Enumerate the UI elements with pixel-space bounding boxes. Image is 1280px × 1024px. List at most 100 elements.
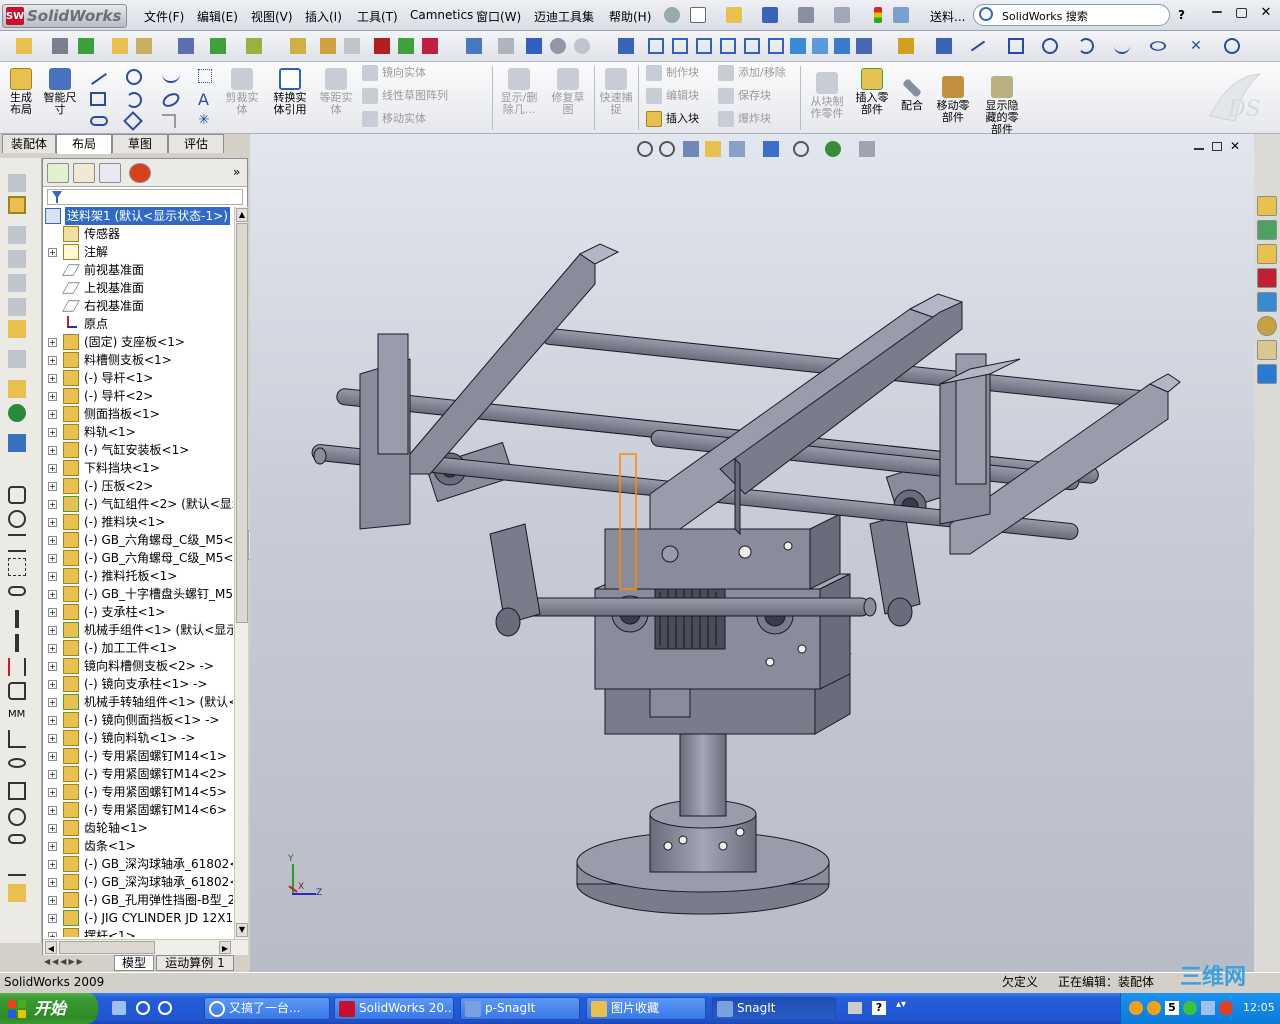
appearances-icon[interactable] xyxy=(1257,316,1277,336)
scroll-up-arrow[interactable]: ▲ xyxy=(236,208,248,222)
expand-toggle-icon[interactable]: + xyxy=(48,608,57,617)
view-orient-icon[interactable] xyxy=(136,38,152,54)
mate-pin-icon[interactable] xyxy=(15,634,19,652)
mate-width-icon[interactable] xyxy=(8,558,26,576)
mate-screw-icon[interactable] xyxy=(8,808,26,826)
help-button[interactable]: ? xyxy=(1178,8,1185,22)
arc-icon[interactable] xyxy=(1078,38,1094,54)
repair-sketch-button[interactable]: 修复草 图 xyxy=(546,68,590,116)
menu-view[interactable]: 视图(V) xyxy=(251,8,293,25)
expand-toggle-icon[interactable]: + xyxy=(48,626,57,635)
view-bottom-icon[interactable] xyxy=(768,38,784,54)
make-part-from-block-button[interactable]: 从块制 作零件 xyxy=(804,72,850,120)
mate-distance-icon[interactable] xyxy=(15,610,19,628)
mass-icon[interactable] xyxy=(498,38,514,54)
rebuild-traffic-light-icon[interactable] xyxy=(874,7,882,23)
quicklaunch-ie2-icon[interactable] xyxy=(158,1001,172,1015)
help-tray-icon[interactable]: ? xyxy=(872,1001,886,1015)
tree-filter[interactable] xyxy=(47,189,243,205)
assembly-icon[interactable] xyxy=(178,38,194,54)
slot-tool-icon[interactable] xyxy=(90,116,108,126)
line-tool-icon[interactable] xyxy=(91,73,107,85)
mate-coincident-icon[interactable] xyxy=(8,486,26,504)
expand-toggle-icon[interactable]: + xyxy=(48,536,57,545)
menu-insert[interactable]: 插入(I) xyxy=(305,8,342,25)
file-explorer-icon[interactable] xyxy=(1257,244,1277,264)
sketch-tool-icon[interactable] xyxy=(898,38,914,54)
expand-toggle-icon[interactable]: + xyxy=(48,842,57,851)
property-manager-tab-icon[interactable] xyxy=(73,163,95,183)
hscroll-thumb[interactable] xyxy=(59,941,155,954)
circle-icon[interactable] xyxy=(1042,38,1058,54)
save-icon[interactable] xyxy=(762,7,778,23)
expand-toggle-icon[interactable]: + xyxy=(48,482,57,491)
scroll-thumb[interactable] xyxy=(236,223,248,623)
expand-toggle-icon[interactable]: + xyxy=(48,824,57,833)
make-block-button[interactable]: 制作块 xyxy=(644,64,699,82)
smart-fasteners-icon[interactable] xyxy=(246,38,262,54)
menu-file[interactable]: 文件(F) xyxy=(144,8,184,25)
start-button[interactable]: 开始 xyxy=(0,993,98,1024)
add-tool-icon[interactable] xyxy=(422,38,438,54)
mate-hinge-icon[interactable] xyxy=(8,758,26,768)
scroll-left-arrow[interactable]: ◀ xyxy=(45,941,57,954)
linear-pattern-button[interactable]: 线性草图阵列 xyxy=(360,87,448,105)
quick-snaps-button[interactable]: 快速捕 捉 xyxy=(596,68,636,116)
add-remove-button[interactable]: 添加/移除 xyxy=(716,64,786,82)
dimetric-icon[interactable] xyxy=(834,38,850,54)
mate-slot-icon[interactable] xyxy=(8,586,26,596)
grid-tool-icon[interactable] xyxy=(198,69,212,83)
trimetric-icon[interactable] xyxy=(812,38,828,54)
green-tool-icon[interactable] xyxy=(398,38,414,54)
fastener-icon[interactable] xyxy=(8,380,26,398)
expand-toggle-icon[interactable]: + xyxy=(48,896,57,905)
expand-toggle-icon[interactable]: + xyxy=(48,356,57,365)
mirror-entities-button[interactable]: 镜向实体 xyxy=(360,64,426,82)
volume-icon[interactable] xyxy=(1201,1001,1215,1015)
mate-angle-icon[interactable] xyxy=(8,658,26,676)
move-entities-button[interactable]: 移动实体 xyxy=(360,110,426,128)
security-icon[interactable] xyxy=(1219,1001,1233,1015)
light-icon[interactable] xyxy=(290,38,306,54)
tab-motion-study[interactable]: 运动算例 1 xyxy=(156,955,234,971)
isometric-icon[interactable] xyxy=(790,38,806,54)
expand-panel-icon[interactable]: » xyxy=(233,165,240,179)
3d-content-central-icon[interactable] xyxy=(1257,364,1277,384)
new-document-icon[interactable] xyxy=(690,7,706,23)
menu-edit[interactable]: 编辑(E) xyxy=(197,8,238,25)
task-snagit[interactable]: SnagIt xyxy=(712,997,836,1020)
edit-block-button[interactable]: 编辑块 xyxy=(644,87,699,105)
task-browser[interactable]: 又搞了一台... xyxy=(204,997,330,1020)
insert-components-button[interactable]: 插入零 部件 xyxy=(852,68,892,116)
dimxpert-tab-icon[interactable] xyxy=(129,163,151,183)
solidworks-resources-icon[interactable] xyxy=(1257,196,1277,216)
expand-toggle-icon[interactable]: + xyxy=(48,392,57,401)
mate-parallel-icon[interactable] xyxy=(8,534,26,552)
expand-toggle-icon[interactable]: + xyxy=(48,806,57,815)
task-picture-collection[interactable]: 图片收藏 xyxy=(586,997,706,1020)
feature-icon[interactable] xyxy=(320,38,336,54)
convert-entities-button[interactable]: 转换实 体引用 xyxy=(268,68,312,116)
mate-lock-icon[interactable] xyxy=(8,858,26,876)
file-properties-icon[interactable] xyxy=(893,7,909,23)
assembly-tool-icon[interactable] xyxy=(8,320,26,338)
ellipse-tool-icon[interactable] xyxy=(160,90,182,110)
badge-icon[interactable]: 5 xyxy=(1165,1001,1179,1015)
search-box[interactable]: SolidWorks 搜索 xyxy=(973,4,1170,26)
expand-toggle-icon[interactable]: + xyxy=(48,554,57,563)
component-icon[interactable] xyxy=(112,38,128,54)
expand-toggle-icon[interactable]: + xyxy=(48,410,57,419)
tab-assembly[interactable]: 装配体 xyxy=(2,134,56,153)
polygon-tool-icon[interactable] xyxy=(123,111,143,131)
expand-toggle-icon[interactable]: + xyxy=(48,518,57,527)
expand-toggle-icon[interactable]: + xyxy=(48,590,57,599)
line-icon[interactable] xyxy=(970,40,986,52)
view-front-icon[interactable] xyxy=(648,38,664,54)
feature-tree-tab-icon[interactable] xyxy=(47,163,69,183)
tree-vertical-scrollbar[interactable]: ▲ ▼ xyxy=(234,207,248,939)
ruler-icon[interactable] xyxy=(8,434,26,452)
point-icon[interactable]: ✕ xyxy=(1188,38,1204,54)
scroll-right-arrow[interactable]: ▶ xyxy=(219,941,231,954)
task-p-snagit[interactable]: p-SnagIt xyxy=(460,997,580,1020)
print-icon[interactable] xyxy=(798,7,814,23)
